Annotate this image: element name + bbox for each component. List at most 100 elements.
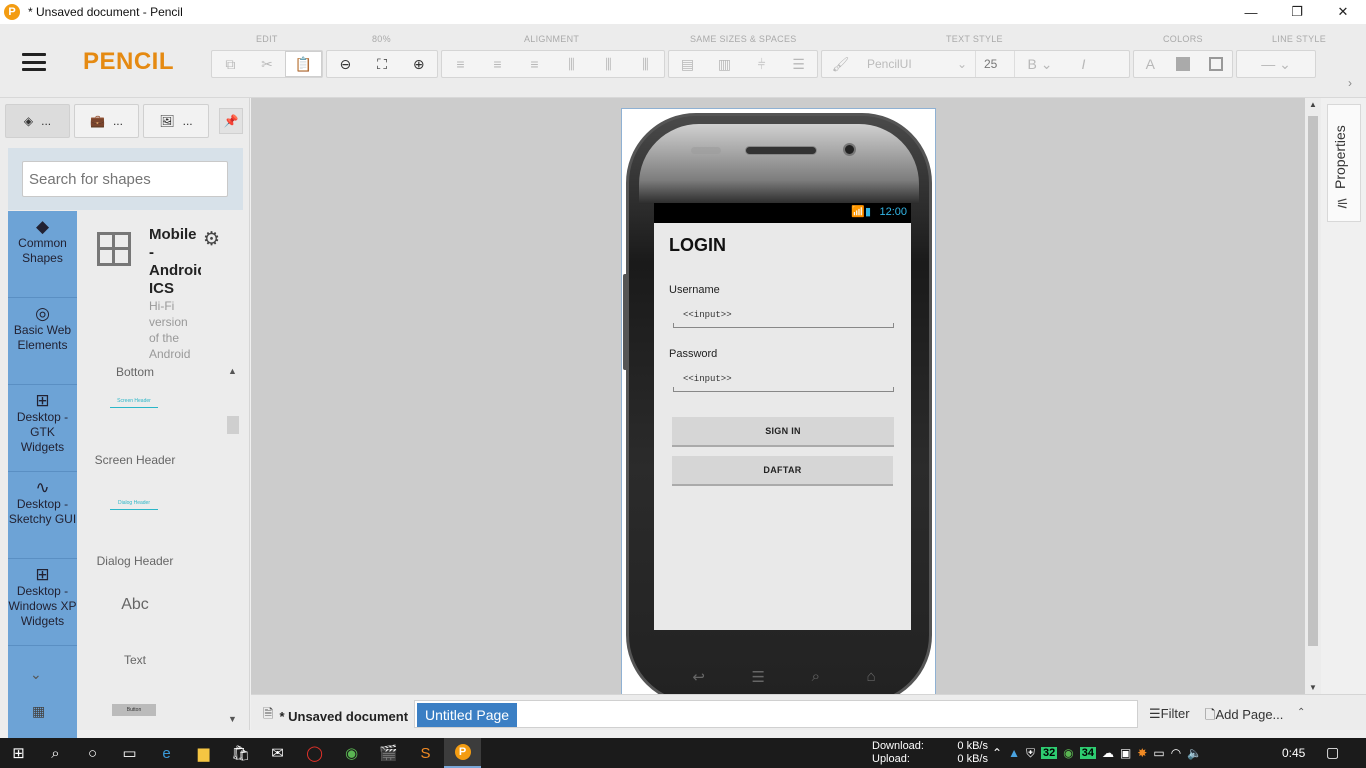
- pin-icon[interactable]: 📌: [219, 108, 243, 134]
- notification-icon[interactable]: ▢: [1326, 744, 1339, 761]
- canvas-page[interactable]: 📶▮ 12:00 LOGIN Username <<input>> Passwo…: [621, 108, 936, 694]
- menu-icon[interactable]: [22, 53, 46, 71]
- category-common-shapes[interactable]: ◆ Common Shapes: [8, 211, 77, 298]
- phone-screen[interactable]: 📶▮ 12:00 LOGIN Username <<input>> Passwo…: [654, 203, 911, 630]
- category-basic-web[interactable]: ◎ Basic Web Elements: [8, 298, 77, 385]
- mail-icon[interactable]: ✉: [259, 738, 296, 768]
- tray-badge-1[interactable]: 32: [1040, 747, 1058, 759]
- cortana-icon[interactable]: ○: [74, 738, 111, 768]
- same-width-icon[interactable]: ▤: [669, 51, 706, 77]
- font-family-select[interactable]: PencilUI ⌄: [859, 51, 975, 77]
- toolbar-more-icon[interactable]: ›: [1348, 76, 1352, 90]
- category-sketchy[interactable]: ∿ Desktop - Sketchy GUI: [8, 472, 77, 559]
- line-style-select[interactable]: — ⌄: [1237, 51, 1315, 77]
- password-input[interactable]: <<input>>: [673, 370, 894, 392]
- tab-collections[interactable]: 💼...: [74, 104, 139, 138]
- align-center-icon[interactable]: ≡: [479, 51, 516, 77]
- android-phone-shape[interactable]: 📶▮ 12:00 LOGIN Username <<input>> Passwo…: [623, 113, 932, 694]
- italic-button[interactable]: I: [1065, 51, 1102, 77]
- category-windows-xp[interactable]: ⊞ Desktop - Windows XP Widgets: [8, 559, 77, 646]
- shape-button[interactable]: Button: [112, 704, 156, 716]
- chevron-up-icon[interactable]: ⌃: [992, 746, 1002, 760]
- same-height-icon[interactable]: ▥: [706, 51, 743, 77]
- add-page-button[interactable]: 🗋Add Page...: [1205, 706, 1283, 728]
- align-right-icon[interactable]: ≡: [516, 51, 553, 77]
- drawing-canvas[interactable]: 📶▮ 12:00 LOGIN Username <<input>> Passwo…: [251, 98, 1306, 694]
- scroll-up-icon[interactable]: ▲: [228, 366, 237, 376]
- shield-icon[interactable]: ⛨: [1026, 746, 1035, 761]
- shape-search-input[interactable]: [22, 161, 228, 197]
- page-tab-untitled[interactable]: Untitled Page: [417, 703, 518, 727]
- paste-icon[interactable]: 📋: [285, 51, 322, 77]
- vertical-spacing-icon[interactable]: ☰: [780, 51, 817, 77]
- filter-label: Filter: [1160, 706, 1190, 721]
- chevron-down-icon[interactable]: ⌄: [30, 666, 42, 683]
- tray-badge-2[interactable]: 34: [1079, 747, 1096, 759]
- category-gtk[interactable]: ⊞ Desktop - GTK Widgets: [8, 385, 77, 472]
- minimize-button[interactable]: —: [1228, 0, 1274, 24]
- shape-dialog-header[interactable]: Dialog Header: [110, 500, 158, 510]
- fill-color-icon[interactable]: [1167, 51, 1200, 77]
- scroll-down-icon[interactable]: ▼: [228, 714, 237, 724]
- align-top-icon[interactable]: ⫼: [553, 51, 590, 77]
- avast-icon[interactable]: ✸: [1137, 746, 1147, 760]
- shape-screen-header[interactable]: Screen Header: [110, 398, 158, 408]
- zoom-out-icon[interactable]: ⊖: [327, 51, 364, 77]
- video-editor-icon[interactable]: 🎬: [370, 738, 407, 768]
- stroke-color-icon[interactable]: [1199, 51, 1232, 77]
- shape-list-scrollbar[interactable]: ▲ ▼: [226, 366, 240, 730]
- wifi-icon[interactable]: ◠: [1171, 746, 1181, 760]
- volume-icon[interactable]: 🔈: [1187, 746, 1202, 760]
- windows-start-icon[interactable]: ⊞: [0, 738, 37, 768]
- onedrive-icon[interactable]: ☁: [1102, 746, 1114, 760]
- copy-icon[interactable]: ⧉: [212, 51, 249, 77]
- align-bottom-icon[interactable]: ⫼: [627, 51, 664, 77]
- zoom-in-icon[interactable]: ⊕: [400, 51, 437, 77]
- scroll-thumb[interactable]: [227, 416, 239, 434]
- store-icon[interactable]: 🛍: [222, 738, 259, 768]
- tab-layers[interactable]: ◈...: [5, 104, 70, 138]
- category-label: Common Shapes: [18, 236, 67, 265]
- chrome-tray-icon[interactable]: ◉: [1063, 746, 1073, 760]
- maximize-button[interactable]: ❐: [1274, 0, 1320, 24]
- battery-icon[interactable]: ▭: [1153, 746, 1164, 760]
- pencil-taskbar-icon[interactable]: P: [444, 738, 481, 768]
- font-color-button[interactable]: A: [1134, 51, 1167, 77]
- fit-screen-icon[interactable]: ⛶: [364, 51, 401, 77]
- book-icon[interactable]: ▣: [1120, 746, 1131, 760]
- sublime-text-icon[interactable]: S: [407, 738, 444, 768]
- task-view-icon[interactable]: ▭: [111, 738, 148, 768]
- align-middle-icon[interactable]: ⫼: [590, 51, 627, 77]
- login-title[interactable]: LOGIN: [669, 235, 726, 256]
- sign-in-button[interactable]: SIGN IN: [672, 417, 894, 447]
- gear-icon[interactable]: ⚙: [203, 228, 220, 251]
- grid-view-icon[interactable]: ▦: [32, 703, 45, 720]
- properties-tab[interactable]: Properties ⚟: [1327, 104, 1361, 222]
- close-button[interactable]: ✕: [1320, 0, 1366, 24]
- chevron-up-icon[interactable]: ⌃: [1297, 707, 1305, 718]
- horizontal-spacing-icon[interactable]: ⫩: [743, 51, 780, 77]
- format-painter-icon[interactable]: 🖌: [822, 51, 859, 77]
- filter-button[interactable]: ☰Filter: [1149, 706, 1190, 722]
- azure-icon[interactable]: ▲: [1008, 746, 1020, 760]
- opera-icon[interactable]: ◯: [296, 738, 333, 768]
- font-size-input[interactable]: 25: [975, 51, 1015, 77]
- file-explorer-icon[interactable]: ▆: [185, 738, 222, 768]
- chrome-icon[interactable]: ◉: [333, 738, 370, 768]
- username-input[interactable]: <<input>>: [673, 306, 894, 328]
- scroll-up-icon[interactable]: ▲: [1309, 100, 1317, 109]
- bold-button[interactable]: B ⌄: [1015, 51, 1065, 77]
- shape-text[interactable]: Abc: [82, 596, 188, 614]
- search-icon[interactable]: ⌕: [37, 738, 74, 768]
- username-label[interactable]: Username: [669, 284, 720, 296]
- register-button[interactable]: DAFTAR: [672, 456, 893, 486]
- password-label[interactable]: Password: [669, 348, 717, 360]
- scroll-down-icon[interactable]: ▼: [1309, 683, 1317, 692]
- canvas-vertical-scrollbar[interactable]: ▲ ▼: [1305, 98, 1321, 694]
- cut-icon[interactable]: ✂: [249, 51, 286, 77]
- scroll-thumb[interactable]: [1308, 116, 1318, 646]
- align-left-icon[interactable]: ≡: [442, 51, 479, 77]
- tab-images[interactable]: 🖼...: [143, 104, 209, 138]
- edge-icon[interactable]: e: [148, 738, 185, 768]
- taskbar-clock[interactable]: 0:45: [1282, 746, 1305, 760]
